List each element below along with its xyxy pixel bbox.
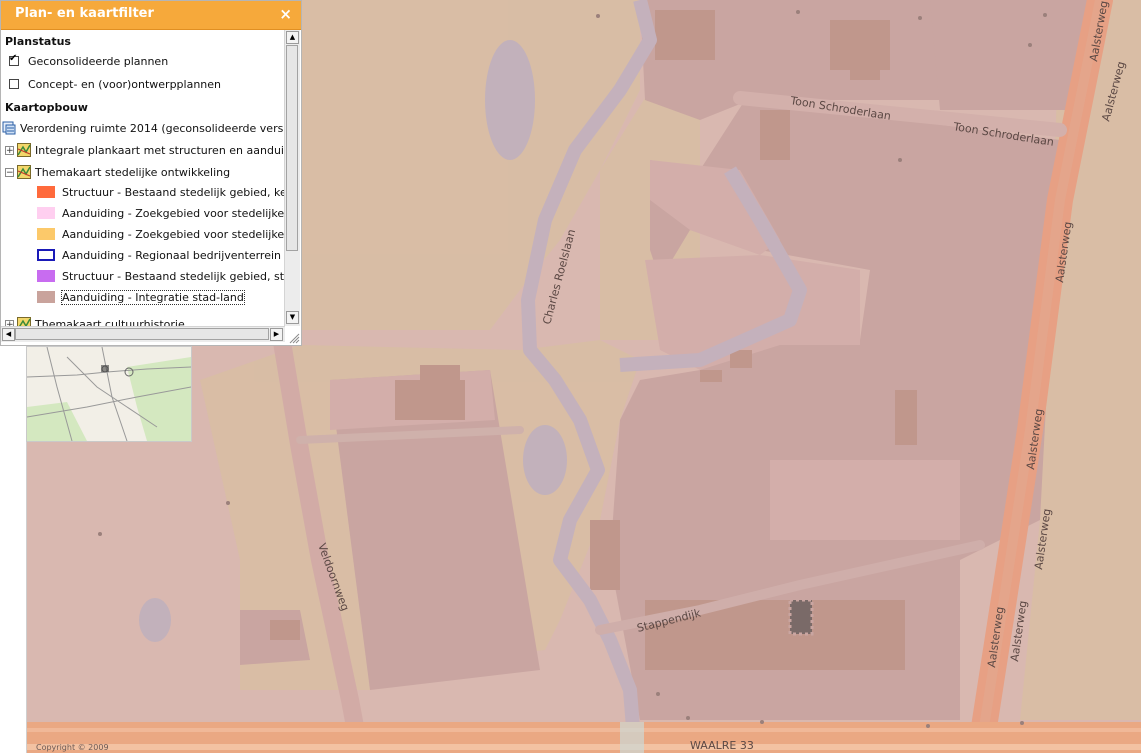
option-geconsolideerde-plannen[interactable]: Geconsolideerde plannen [9,53,169,68]
layer-map-icon [17,317,31,326]
overview-map[interactable] [26,346,192,442]
option-label: Geconsolideerde plannen [28,54,169,68]
legend-swatch [37,228,55,240]
option-label: Concept- en (voor)ontwerpplannen [28,77,222,91]
collapse-icon[interactable]: − [5,167,14,177]
legend-item[interactable]: Structuur - Bestaand stedelijk gebied, s… [37,268,285,284]
layer-map-icon [17,143,31,157]
panel-body: Planstatus Geconsolideerde plannen Conce… [1,30,285,326]
legend-swatch [37,270,55,282]
option-concept-ontwerpplannen[interactable]: Concept- en (voor)ontwerpplannen [9,77,221,91]
layer-integrale-plankaart[interactable]: + Integrale plankaart met structuren en … [5,142,285,158]
planstatus-heading: Planstatus [5,35,71,48]
horizontal-scroll-thumb[interactable] [15,328,269,340]
legend-item[interactable]: Structuur - Bestaand stedelijk gebied, k… [37,184,285,200]
panel-title: Plan- en kaartfilter [15,6,154,21]
legend-label: Aanduiding - Integratie stad-land [61,289,245,305]
plan-kaartfilter-panel: Plan- en kaartfilter × Planstatus Gecons… [0,0,302,346]
layer-root-verordening[interactable]: Verordening ruimte 2014 (geconsolideerde… [2,120,285,136]
legend-item[interactable]: Aanduiding - Integratie stad-land [37,289,245,305]
map-copyright: Copyright © 2009 [36,743,109,752]
layer-map-icon [17,165,31,179]
street-label: WAALRE 33 [690,739,754,752]
layer-label: Themakaart stedelijke ontwikkeling [35,165,231,179]
layer-themakaart-cultuurhistorie[interactable]: + Themakaart cultuurhistorie [5,316,185,326]
checkbox-icon[interactable] [9,79,19,89]
kaartopbouw-heading: Kaartopbouw [5,101,88,114]
legend-swatch [37,186,55,198]
legend-item[interactable]: Aanduiding - Regionaal bedrijventerrein [37,247,281,263]
legend-label: Structuur - Bestaand stedelijk gebied, s… [62,269,285,283]
legend-label: Aanduiding - Zoekgebied voor stedelijke … [62,206,285,220]
legend-item[interactable]: Aanduiding - Zoekgebied voor stedelijke … [37,205,285,221]
highway [0,722,1141,753]
layer-themakaart-stedelijke-ontwikkeling[interactable]: − Themakaart stedelijke ontwikkeling [5,164,230,180]
vertical-scroll-thumb[interactable] [286,45,298,251]
layer-label: Themakaart cultuurhistorie [35,317,185,327]
layer-label: Verordening ruimte 2014 (geconsolideerde… [20,121,285,135]
legend-swatch [37,291,55,303]
scroll-down-icon[interactable]: ▼ [286,311,299,324]
legend-swatch [37,249,55,261]
vertical-scrollbar[interactable]: ▲ ▼ [284,30,300,326]
hatched-marker [788,598,814,636]
panel-header[interactable]: Plan- en kaartfilter × [1,1,301,30]
legend-swatch [37,207,55,219]
expand-icon[interactable]: + [5,145,14,155]
legend-item[interactable]: Aanduiding - Zoekgebied voor stedelijke … [37,226,285,242]
legend-label: Aanduiding - Zoekgebied voor stedelijke … [62,227,285,241]
close-panel-button[interactable]: × [279,5,292,23]
layer-label: Integrale plankaart met structuren en aa… [35,143,285,157]
map-stack-icon [2,121,16,135]
horizontal-scrollbar[interactable]: ◀ ▶ [1,326,285,342]
left-margin-strip [0,346,27,753]
resize-grip-icon[interactable] [288,332,300,344]
legend-label: Structuur - Bestaand stedelijk gebied, k… [62,185,285,199]
legend-label: Aanduiding - Regionaal bedrijventerrein [62,248,281,262]
scroll-left-icon[interactable]: ◀ [2,328,15,341]
scroll-up-icon[interactable]: ▲ [286,31,299,44]
scroll-right-icon[interactable]: ▶ [270,328,283,341]
checkbox-icon[interactable] [9,53,19,66]
